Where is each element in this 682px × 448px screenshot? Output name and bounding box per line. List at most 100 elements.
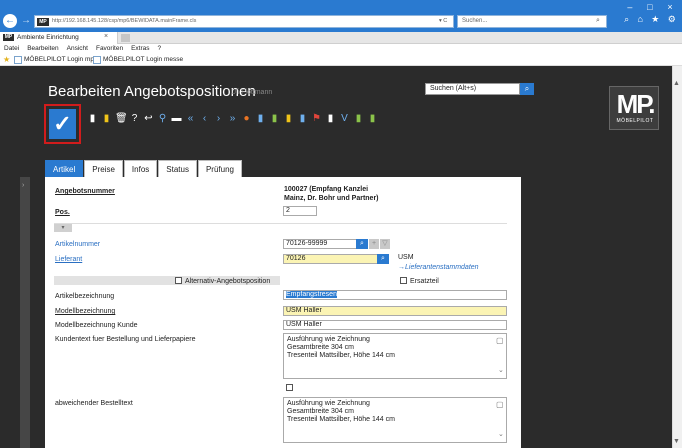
sidebar-toggle[interactable]: › <box>20 177 30 448</box>
angebotsnummer-value: 100027 (Empfang Kanzlei <box>284 186 369 193</box>
favorites-bar: ★ MÖBELPILOT Login mp6 MÖBELPILOT Login … <box>0 54 682 66</box>
search-doc-icon[interactable]: ⚲ <box>157 113 168 125</box>
menu-ansicht[interactable]: Ansicht <box>67 44 88 54</box>
ersatzteil-checkbox[interactable] <box>400 277 407 284</box>
chevron-right-icon: › <box>22 182 25 189</box>
menu-bearbeiten[interactable]: Bearbeiten <box>27 44 58 54</box>
menu-help[interactable]: ? <box>158 44 162 54</box>
menu-favoriten[interactable]: Favoriten <box>96 44 123 54</box>
menu-extras[interactable]: Extras <box>131 44 149 54</box>
modellbezeichnung-kunde-input[interactable]: USM Haller <box>283 320 507 330</box>
pos-label: Pos. <box>55 209 70 216</box>
new-tab-button[interactable] <box>121 34 130 42</box>
collapse-icon[interactable]: ▾ <box>54 224 72 232</box>
chevron-down-icon[interactable]: ⌄ <box>498 430 504 438</box>
plus-icon[interactable]: + <box>369 239 379 249</box>
browser-toolbar-icons: ⌕ ⌂ ★ ⚙ <box>620 14 680 28</box>
docs-icon[interactable]: ▮ <box>255 113 266 125</box>
doc-edit-icon[interactable]: ▮ <box>297 113 308 125</box>
flag-icon[interactable]: ⚑ <box>311 113 322 125</box>
undo-icon[interactable]: ↩ <box>143 113 154 125</box>
folder-icon[interactable]: ▮ <box>283 113 294 125</box>
artikelbezeichnung-label: Artikelbezeichnung <box>55 293 115 300</box>
alternativ-checkbox[interactable] <box>175 277 182 284</box>
minimize-icon[interactable]: – <box>627 2 632 14</box>
artikelnummer-input[interactable]: 70126-99999 <box>283 239 359 249</box>
favorite-link-mp6[interactable]: MÖBELPILOT Login mp6 <box>24 54 98 66</box>
browser-tab[interactable]: MP Ambiente Einrichtung × <box>0 32 118 44</box>
lieferant-label[interactable]: Lieferant <box>55 256 82 263</box>
lieferant-search-icon[interactable]: ⌕ <box>377 254 389 264</box>
print-icon[interactable]: ▬ <box>171 113 182 125</box>
bestelltext-textarea[interactable]: Ausführung wie Zeichnung Gesamtbreite 30… <box>283 397 507 443</box>
tab-infos[interactable]: Infos <box>123 160 158 177</box>
kundentext-textarea[interactable]: Ausführung wie Zeichnung Gesamtbreite 30… <box>283 333 507 379</box>
browser-tab-strip: MP Ambiente Einrichtung × <box>0 32 682 44</box>
scroll-up-icon[interactable]: ▲ <box>673 80 680 87</box>
url-text[interactable]: http://192.168.145.128/csp/mp6/BEWIDATA.… <box>52 18 196 24</box>
lieferantenstammdaten-link[interactable]: →Lieferantenstammdaten <box>398 264 479 271</box>
tab-close-icon[interactable]: × <box>104 33 108 40</box>
maximize-icon[interactable]: □ <box>647 2 652 14</box>
back-arrow-icon[interactable]: ← <box>3 14 17 28</box>
prev-icon[interactable]: ‹ <box>199 113 210 125</box>
tab-title: Ambiente Einrichtung <box>17 34 79 41</box>
next-icon[interactable]: › <box>213 113 224 125</box>
kundentext-label: Kundentext fuer Bestellung und Lieferpap… <box>55 336 196 343</box>
kundentext-checkbox[interactable] <box>286 384 293 391</box>
search-tool-icon[interactable]: ⌕ <box>624 14 629 28</box>
magnifier-icon[interactable]: ⌕ <box>596 17 600 25</box>
forward-arrow-icon[interactable]: → <box>20 14 32 28</box>
trash-icon[interactable]: 🗑 <box>115 113 128 125</box>
new-doc-icon[interactable]: ▮ <box>87 113 98 125</box>
notes-icon[interactable]: ▮ <box>101 113 112 125</box>
divider <box>54 223 507 224</box>
first-icon[interactable]: « <box>185 113 196 125</box>
logo-text: MÖBELPILOT <box>616 118 654 124</box>
last-icon[interactable]: » <box>227 113 238 125</box>
browser-search-placeholder: Suchen... <box>462 18 488 24</box>
tags-icon[interactable]: ● <box>241 113 252 125</box>
comment-icon[interactable]: ▢ <box>496 336 504 345</box>
app-search-input[interactable]: Suchen (Alt+s) <box>425 83 520 95</box>
browser-search-input[interactable]: Suchen... ⌕ <box>457 15 607 28</box>
pos-field[interactable]: 2 <box>283 206 317 216</box>
menu-bar: Datei Bearbeiten Ansicht Favoriten Extra… <box>0 44 682 54</box>
moebelpilot-logo: MP. MÖBELPILOT <box>609 86 659 130</box>
chevron-down-icon[interactable]: ⌄ <box>498 366 504 374</box>
tab-artikel[interactable]: Artikel <box>45 160 84 177</box>
refresh-icon[interactable]: ▾ C <box>439 18 447 24</box>
help-icon[interactable]: ? <box>129 113 140 125</box>
home-icon[interactable]: ⌂ <box>638 14 643 28</box>
artikelnummer-label[interactable]: Artikelnummer <box>55 241 100 248</box>
favorites-star-icon[interactable]: ★ <box>651 14 659 28</box>
user-doc-icon[interactable]: ▮ <box>269 113 280 125</box>
close-window-icon[interactable]: × <box>667 2 672 14</box>
angebotsnummer-value-line2: Mainz, Dr. Bohr und Partner) <box>284 195 379 202</box>
save-highlight: ✓ <box>44 104 81 144</box>
artikelbezeichnung-input[interactable]: Empfangstresen <box>283 290 507 300</box>
image-icon[interactable]: ▮ <box>367 113 378 125</box>
artikelnummer-search-icon[interactable]: ⌕ <box>356 239 368 249</box>
tab-preise[interactable]: Preise <box>84 160 123 177</box>
v-icon[interactable]: V <box>339 113 350 125</box>
favorites-star-icon[interactable]: ★ <box>3 54 10 66</box>
excel-icon[interactable]: ▮ <box>353 113 364 125</box>
scroll-down-icon[interactable]: ▼ <box>673 438 680 445</box>
menu-datei[interactable]: Datei <box>4 44 19 54</box>
filter-icon[interactable]: ▽ <box>380 239 390 249</box>
settings-gear-icon[interactable]: ⚙ <box>668 14 676 28</box>
copy-icon[interactable]: ▮ <box>325 113 336 125</box>
modellbezeichnung-input[interactable]: USM Haller <box>283 306 507 316</box>
favorite-link-messe[interactable]: MÖBELPILOT Login messe <box>103 54 183 66</box>
comment-icon[interactable]: ▢ <box>496 400 504 409</box>
search-icon[interactable]: ⌕ <box>520 83 534 95</box>
address-bar[interactable]: MP http://192.168.145.128/csp/mp6/BEWIDA… <box>34 15 454 28</box>
alternativ-label: Alternativ-Angebotsposition <box>185 278 271 285</box>
page-icon <box>14 56 22 64</box>
lieferant-input[interactable]: 70126 <box>283 254 378 264</box>
save-checkmark-button[interactable]: ✓ <box>49 109 76 139</box>
page-scrollbar[interactable] <box>672 66 682 448</box>
tab-pruefung[interactable]: Prüfung <box>197 160 242 177</box>
tab-status[interactable]: Status <box>158 160 197 177</box>
